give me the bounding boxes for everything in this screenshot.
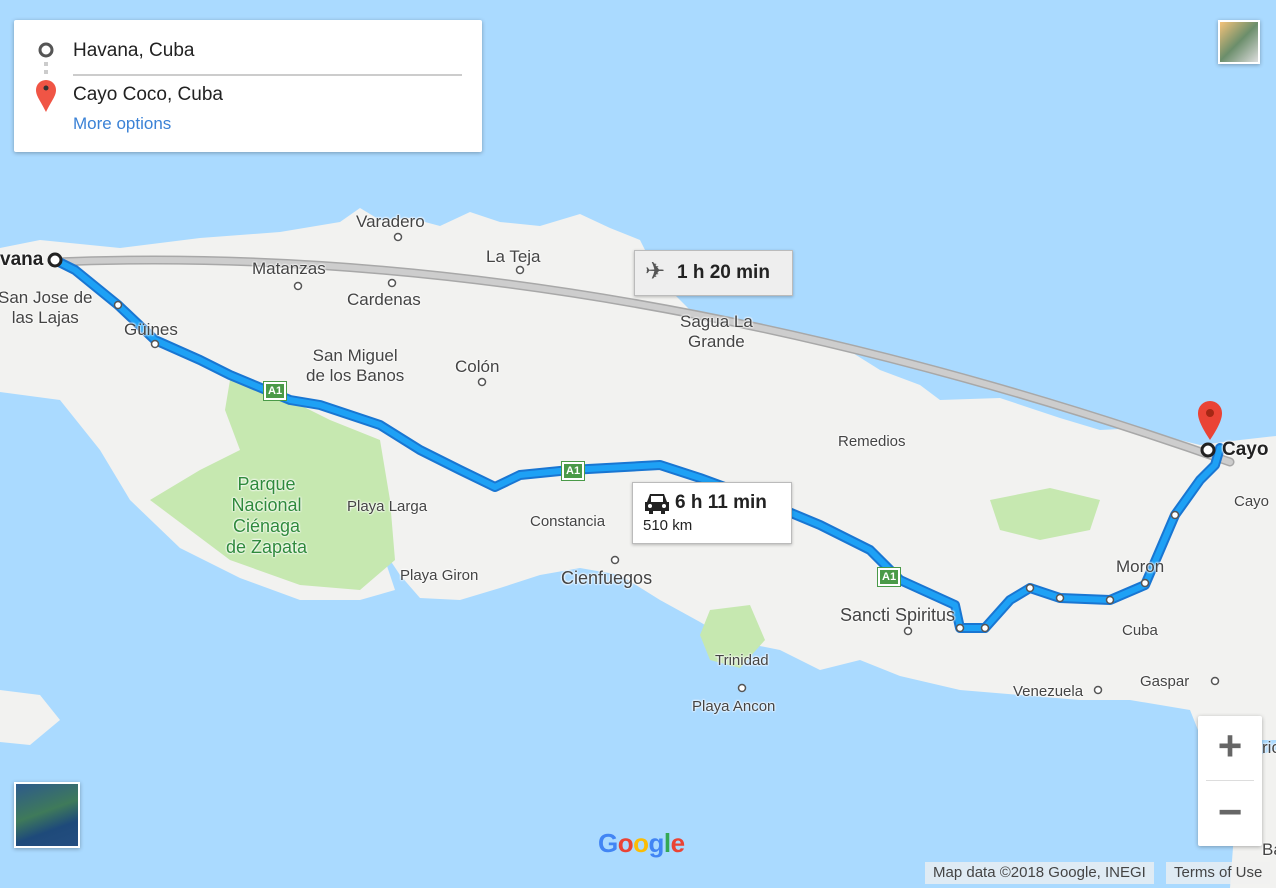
user-avatar[interactable] (1218, 20, 1260, 64)
highway-shield: A1 (262, 381, 288, 401)
map-label: Cardenas (347, 290, 421, 309)
map-label: Venezuela (1013, 683, 1084, 700)
origin-circle-icon (38, 42, 54, 58)
route-waypoint-icons (36, 42, 56, 112)
map-label: Cayo (1234, 493, 1270, 510)
map-label: Güines (124, 320, 178, 339)
zoom-out-button[interactable]: − (1198, 782, 1262, 846)
divider (73, 74, 462, 76)
zoom-in-button[interactable]: + (1198, 716, 1262, 780)
zoom-control: + − (1198, 716, 1262, 846)
map-attribution: Map data ©2018 Google, INEGI (925, 862, 1154, 884)
flight-route-bubble[interactable]: ✈ 1 h 20 min (634, 250, 793, 296)
map-label: Cayo (1222, 439, 1269, 460)
map-label: San Miguel de los Banos (306, 346, 405, 385)
flight-duration: 1 h 20 min (677, 262, 770, 283)
map-label: Playa Larga (347, 498, 428, 515)
origin-field[interactable]: Havana, Cuba (73, 40, 194, 62)
more-options-link[interactable]: More options (73, 114, 171, 134)
map-label: Gaspar (1140, 673, 1190, 690)
map-label: Sancti Spiritus (840, 605, 956, 625)
map-label: Moron (1116, 557, 1165, 576)
google-logo: Google (598, 828, 685, 858)
map-label: Varadero (356, 212, 425, 231)
driving-distance: 510 km (643, 517, 693, 534)
map-label: ric (1262, 738, 1276, 757)
car-icon (645, 494, 669, 514)
map-label: Cienfuegos (561, 568, 653, 588)
satellite-toggle-thumbnail[interactable] (14, 782, 80, 848)
highway-shield: A1 (560, 461, 586, 481)
destination-circle[interactable] (1200, 442, 1216, 458)
terms-of-use-link[interactable]: Terms of Use (1166, 862, 1271, 884)
divider (1206, 780, 1254, 781)
map-label: San Jose de las Lajas (0, 288, 93, 327)
map-label-park: Parque Nacional Ciénaga de Zapata (226, 474, 308, 557)
driving-route-bubble[interactable]: 6 h 11 min 510 km (632, 482, 792, 544)
map-label: Playa Giron (400, 567, 479, 584)
highway-shield: A1 (876, 567, 902, 587)
destination-field[interactable]: Cayo Coco, Cuba (73, 84, 223, 106)
map-label: Sagua La Grande (680, 312, 753, 351)
directions-panel: Havana, Cuba Cayo Coco, Cuba More option… (14, 20, 482, 152)
map-label: Constancia (530, 513, 606, 530)
map-label: Ba (1262, 840, 1276, 859)
map-label: La Teja (486, 247, 541, 266)
map-label: Playa Ancon (692, 698, 776, 715)
map-label: vana (0, 249, 44, 270)
origin-marker[interactable] (47, 252, 63, 268)
map-label: Cuba (1122, 622, 1158, 639)
destination-pin-icon (36, 80, 56, 112)
airplane-icon: ✈ (645, 258, 666, 285)
map-label: Trinidad (715, 652, 769, 669)
map-label: Remedios (838, 433, 906, 450)
driving-duration: 6 h 11 min (675, 492, 767, 513)
map-label: Matanzas (252, 259, 326, 278)
map-label: Colón (455, 357, 500, 376)
